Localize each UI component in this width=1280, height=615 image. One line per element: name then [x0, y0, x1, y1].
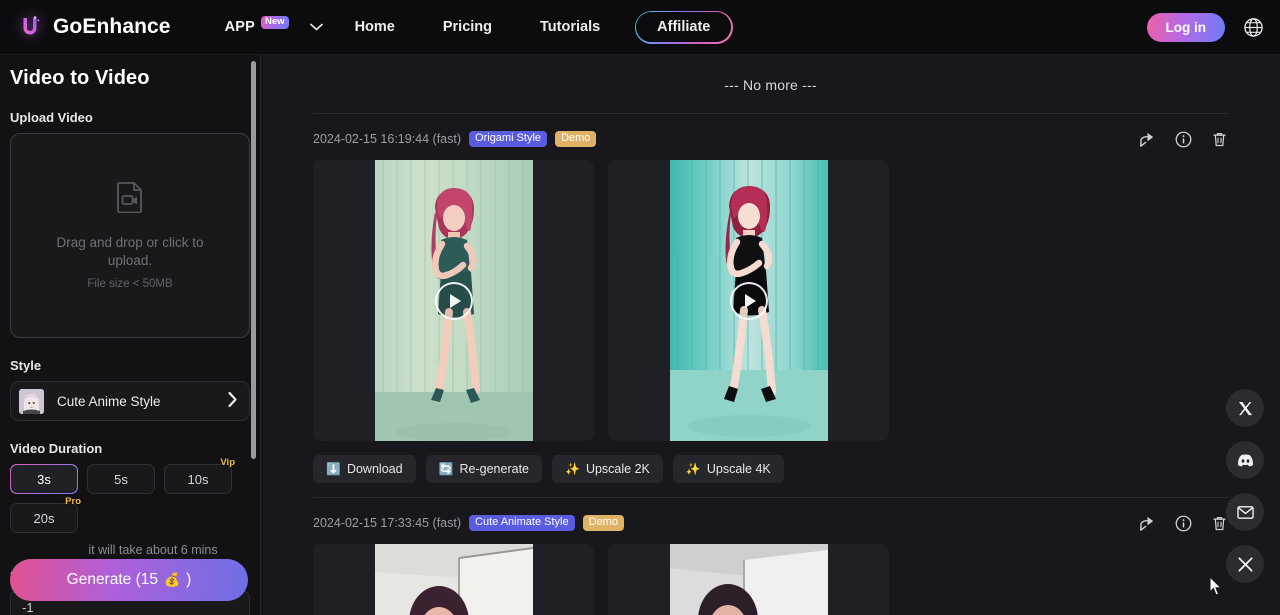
info-icon[interactable]: [1175, 515, 1192, 532]
upload-filesize-hint: File size < 50MB: [87, 277, 173, 290]
upscale-4k-label: Upscale 4K: [706, 462, 771, 476]
duration-option-20s[interactable]: 20s Pro: [10, 496, 81, 533]
generate-label-close: ): [186, 571, 192, 588]
share-icon[interactable]: [1139, 131, 1156, 148]
nav-home[interactable]: Home: [331, 11, 419, 43]
body-container: Video to Video Upload Video Drag and dro…: [0, 55, 1280, 615]
coin-icon: 💰: [163, 572, 181, 587]
result-header: 2024-02-15 16:19:44 (fast) Origami Style…: [313, 128, 1228, 150]
duration-option-label: 20s: [33, 510, 55, 526]
sparkle-icon: ✨: [565, 462, 580, 476]
upload-dropzone[interactable]: Drag and drop or click to upload. File s…: [10, 133, 250, 338]
share-icon[interactable]: [1139, 515, 1156, 532]
play-icon[interactable]: [729, 281, 768, 320]
video-thumbnail-original[interactable]: [313, 544, 594, 615]
download-icon: ⬇️: [326, 462, 341, 476]
login-button[interactable]: Log in: [1146, 12, 1225, 42]
duration-options: 3s 5s 10s Vip 20s Pro: [10, 457, 250, 533]
app-dropdown-label: APP: [224, 19, 256, 35]
style-badge: Origami Style: [469, 130, 548, 148]
anime-girl-thumbnail: [19, 388, 44, 414]
duration-option-10s[interactable]: 10s Vip: [164, 457, 235, 494]
nav-tutorials[interactable]: Tutorials: [516, 11, 624, 43]
trash-icon[interactable]: [1211, 131, 1228, 148]
sidebar-scrollbar[interactable]: [251, 61, 256, 459]
pro-tier-badge: Pro: [65, 496, 81, 507]
duration-option-label: 10s: [187, 471, 209, 487]
regenerate-label: Re-generate: [459, 462, 530, 476]
settings-sidebar: Video to Video Upload Video Drag and dro…: [0, 55, 261, 615]
video-thumbnail-original[interactable]: [313, 160, 594, 441]
result-row: 2024-02-15 17:33:45 (fast) Cute Animate …: [313, 498, 1228, 615]
app-dropdown[interactable]: APP New: [217, 13, 331, 41]
result-header: 2024-02-15 17:33:45 (fast) Cute Animate …: [313, 512, 1228, 534]
demo-badge: Demo: [582, 514, 624, 532]
brand-name: GoEnhance: [53, 15, 171, 38]
regenerate-button[interactable]: 🔄 Re-generate: [425, 455, 542, 483]
no-more-label: --- No more ---: [724, 77, 817, 93]
new-badge: New: [261, 15, 289, 29]
upscale-4k-button[interactable]: ✨ Upscale 4K: [672, 455, 784, 483]
top-navbar: GoEnhance APP New Home Pricing Tutorials…: [0, 0, 1280, 55]
video-frame: [669, 544, 828, 615]
header-actions: Log in: [1146, 12, 1267, 42]
generate-button[interactable]: Generate (15 💰 ): [10, 559, 248, 601]
goenhance-logo-icon: [16, 13, 44, 41]
duration-option-3s[interactable]: 3s: [10, 464, 78, 494]
duration-option-5s[interactable]: 5s: [87, 464, 155, 494]
info-icon[interactable]: [1175, 131, 1192, 148]
discord-icon[interactable]: [1226, 441, 1264, 479]
nav-affiliate[interactable]: Affiliate: [634, 10, 734, 44]
app-root: GoEnhance APP New Home Pricing Tutorials…: [0, 0, 1280, 615]
x-twitter-icon[interactable]: [1226, 389, 1264, 427]
video-file-icon: [116, 181, 144, 218]
video-thumbnail-result[interactable]: [608, 160, 889, 441]
style-badge: Cute Animate Style: [469, 514, 575, 532]
video-frame: [374, 544, 533, 615]
style-selector[interactable]: Cute Anime Style: [10, 381, 250, 421]
upload-hint: Drag and drop or click to upload.: [56, 235, 204, 268]
result-actions: ⬇️ Download 🔄 Re-generate ✨ Upscale 2K ✨…: [313, 455, 1228, 483]
duration-option-label: 5s: [114, 471, 128, 487]
nav-pricing[interactable]: Pricing: [419, 11, 516, 43]
play-icon[interactable]: [434, 281, 473, 320]
video-duration-label: Video Duration: [10, 441, 103, 456]
page-title: Video to Video: [10, 67, 150, 89]
result-timestamp: 2024-02-15 17:33:45 (fast): [313, 516, 462, 530]
upload-video-label: Upload Video: [10, 110, 93, 125]
refresh-icon: 🔄: [438, 462, 454, 476]
upscale-2k-label: Upscale 2K: [585, 462, 650, 476]
chevron-right-icon: [228, 391, 237, 410]
duration-option-label: 3s: [37, 471, 51, 487]
result-row: 2024-02-15 16:19:44 (fast) Origami Style…: [313, 114, 1228, 483]
email-icon[interactable]: [1226, 493, 1264, 531]
results-panel: --- No more --- 2024-02-15 16:19:44 (fas…: [261, 55, 1280, 615]
generate-label: Generate (15: [66, 571, 158, 588]
upscale-2k-button[interactable]: ✨ Upscale 2K: [552, 455, 663, 483]
video-list: [313, 160, 1228, 441]
result-timestamp: 2024-02-15 16:19:44 (fast): [313, 132, 462, 146]
download-label: Download: [346, 462, 403, 476]
row-actions: [1139, 515, 1228, 532]
demo-badge: Demo: [555, 130, 597, 148]
chevron-down-icon: [309, 23, 323, 31]
eta-text: it will take about 6 mins: [88, 543, 218, 557]
main-nav: APP New Home Pricing Tutorials Affiliate: [217, 10, 734, 44]
style-value: Cute Anime Style: [57, 393, 161, 409]
row-actions: [1139, 131, 1228, 148]
style-label: Style: [10, 358, 42, 373]
social-rail: [1226, 389, 1264, 583]
brand-logo[interactable]: GoEnhance: [16, 13, 171, 41]
sparkle-icon: ✨: [685, 462, 701, 476]
video-list: [313, 544, 1228, 615]
vip-tier-badge: Vip: [220, 457, 235, 468]
download-button[interactable]: ⬇️ Download: [313, 455, 416, 483]
close-icon[interactable]: [1226, 545, 1264, 583]
globe-icon[interactable]: [1241, 15, 1266, 40]
video-thumbnail-result[interactable]: [608, 544, 889, 615]
